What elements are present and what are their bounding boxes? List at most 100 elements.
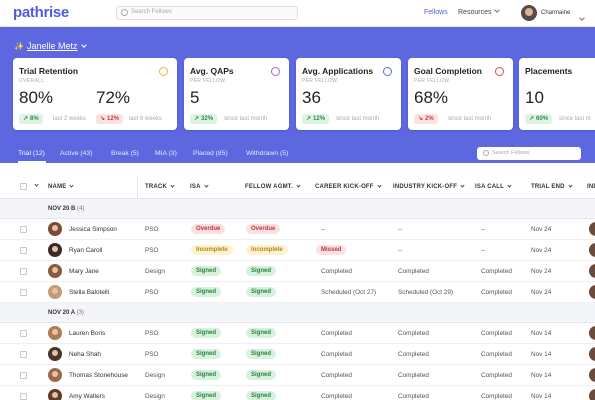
metric-card: Placements 10 ↗ 60% since last m (519, 58, 595, 130)
fellow-avatar (48, 368, 62, 382)
tab-break[interactable]: Break (5) (111, 150, 139, 157)
app-logo[interactable]: pathrise (13, 4, 69, 21)
nav-fellows-link[interactable]: Fellows (424, 9, 448, 16)
select-all-checkbox[interactable] (20, 183, 27, 190)
check-circle-icon (495, 67, 504, 76)
column-header[interactable]: IND (587, 184, 595, 190)
column-header[interactable]: FELLOW AGMT. (245, 183, 301, 190)
column-header[interactable]: CAREER KICK-OFF (315, 183, 382, 190)
user-name[interactable]: Charmaine (541, 10, 570, 16)
table-row[interactable]: Jessica Simpson PSO Overdue Overdue -- -- -- No… (0, 219, 595, 240)
chevron-down-icon[interactable] (34, 182, 39, 187)
metric-change-badge: ↘ 12% (96, 114, 124, 124)
nav-resources-menu[interactable]: Resources (458, 7, 501, 16)
metric-change-value: 12% (107, 116, 120, 122)
chevron-down-icon (80, 42, 87, 48)
fellow-name[interactable]: Amy Walters (69, 393, 105, 400)
column-header[interactable]: ISA (190, 183, 209, 190)
track-cell: Design (145, 372, 165, 379)
career-kickoff-cell: Completed (321, 393, 352, 400)
table-row[interactable]: Ryan Caroll PSO Incomplete Incomplete Missed… (0, 240, 595, 261)
trend-down-icon: ↘ (100, 116, 106, 122)
tab-trial[interactable]: Trial (12) (18, 150, 45, 157)
fellow-name[interactable]: Neha Shah (69, 351, 101, 358)
row-checkbox[interactable] (20, 289, 27, 296)
column-header[interactable]: NAME (48, 183, 75, 190)
metric-subtitle: PER FELLOW (302, 78, 338, 84)
tab-withdrawn[interactable]: Withdrawn (5) (246, 150, 288, 157)
column-header-label: NAME (48, 184, 67, 190)
chevron-down-icon (203, 183, 209, 188)
agmt-status-badge: Signed (246, 287, 277, 297)
career-kickoff-cell: Completed (321, 330, 352, 337)
isa-call-cell: -- (481, 226, 486, 233)
fellow-search-input[interactable]: Search Fellows (477, 147, 581, 160)
metric-value: 36 (302, 88, 321, 107)
column-header[interactable]: TRACK (145, 183, 175, 190)
track-cell: PSO (145, 351, 159, 358)
user-avatar[interactable] (521, 5, 537, 21)
user-search-icon (271, 67, 280, 76)
table-row[interactable]: Neha Shah PSO Signed Signed Completed Complet… (0, 344, 595, 365)
table-row[interactable]: Thomas Stonehouse Design Signed Signed Compl… (0, 365, 595, 386)
track-cell: PSO (145, 330, 159, 337)
clock-icon (159, 67, 168, 76)
trial-end-cell: Nov 24 (531, 226, 552, 233)
fellow-name[interactable]: Stella Balotelli (69, 289, 109, 296)
row-checkbox[interactable] (20, 268, 27, 275)
metric-card: Goal Completion PER FELLOW 68% ↘ 2% since las… (408, 58, 513, 130)
column-header[interactable]: TRIAL END (531, 183, 573, 190)
chevron-down-icon (296, 183, 301, 188)
tab-mia[interactable]: MIA (3) (155, 150, 177, 157)
isa-status-badge: Signed (191, 349, 222, 359)
row-checkbox[interactable] (20, 372, 27, 379)
fellow-name[interactable]: Mary Jane (69, 268, 99, 275)
top-bar: pathrise Search Fellows Fellows Resource… (0, 0, 595, 27)
fellow-name[interactable]: Ryan Caroll (69, 247, 102, 254)
table-row[interactable]: Amy Walters Design Signed Signed Completed Co… (0, 386, 595, 400)
isa-call-cell: Completed (481, 372, 512, 379)
metric-change-caption: last 6 weeks (129, 116, 163, 122)
metric-change-badge: ↗ 60% (525, 114, 553, 124)
row-checkbox[interactable] (20, 393, 27, 400)
group-label: NOV 20 B (4) (48, 206, 84, 212)
column-header[interactable]: ISA CALL (475, 183, 512, 190)
chevron-down-icon (507, 183, 512, 188)
chevron-down-icon (69, 183, 75, 188)
fellow-avatar (48, 222, 62, 236)
column-header[interactable]: INDUSTRY KICK-OFF (393, 183, 465, 190)
isa-call-cell: Completed (481, 268, 512, 275)
table-row[interactable]: Stella Balotelli PSO Signed Signed Scheduled… (0, 282, 595, 303)
fellow-name[interactable]: Thomas Stonehouse (69, 372, 128, 379)
group-label: NOV 20 A (3) (48, 310, 84, 316)
row-checkbox[interactable] (20, 226, 27, 233)
track-cell: Design (145, 393, 165, 400)
tab-active[interactable]: Active (43) (60, 150, 92, 157)
metric-title: Placements (525, 66, 573, 76)
isa-status-badge: Signed (191, 391, 222, 400)
fellow-avatar (48, 389, 62, 400)
coach-selector[interactable]: ✨ Janelle Metz (14, 41, 87, 51)
row-checkbox[interactable] (20, 351, 27, 358)
metric-title: Avg. Applications (302, 66, 374, 76)
table-row[interactable]: Lauren Boris PSO Signed Signed Completed Comp… (0, 323, 595, 344)
metric-value: 10 (525, 88, 544, 107)
column-header-label: ISA CALL (475, 184, 505, 190)
chevron-down-icon (568, 183, 573, 188)
row-checkbox[interactable] (20, 247, 27, 254)
table-row[interactable]: Mary Jane Design Signed Signed Completed Comp… (0, 261, 595, 282)
fellow-avatar (48, 243, 62, 257)
user-menu-chevron[interactable] (576, 9, 585, 27)
global-search-input[interactable]: Search Fellows (116, 6, 298, 20)
track-cell: PSO (145, 226, 159, 233)
fellow-name[interactable]: Lauren Boris (69, 330, 105, 337)
fellow-name[interactable]: Jessica Simpson (69, 226, 117, 233)
metric-card: Avg. Applications PER FELLOW 36 ↗ 12% since l… (296, 58, 401, 130)
agmt-status-badge: Signed (246, 391, 277, 400)
track-cell: PSO (145, 247, 159, 254)
advisor-avatar (589, 326, 595, 340)
tab-placed[interactable]: Placed (85) (193, 150, 228, 157)
trial-end-cell: Nov 24 (531, 247, 552, 254)
trial-end-cell: Nov 14 (531, 393, 552, 400)
row-checkbox[interactable] (20, 330, 27, 337)
